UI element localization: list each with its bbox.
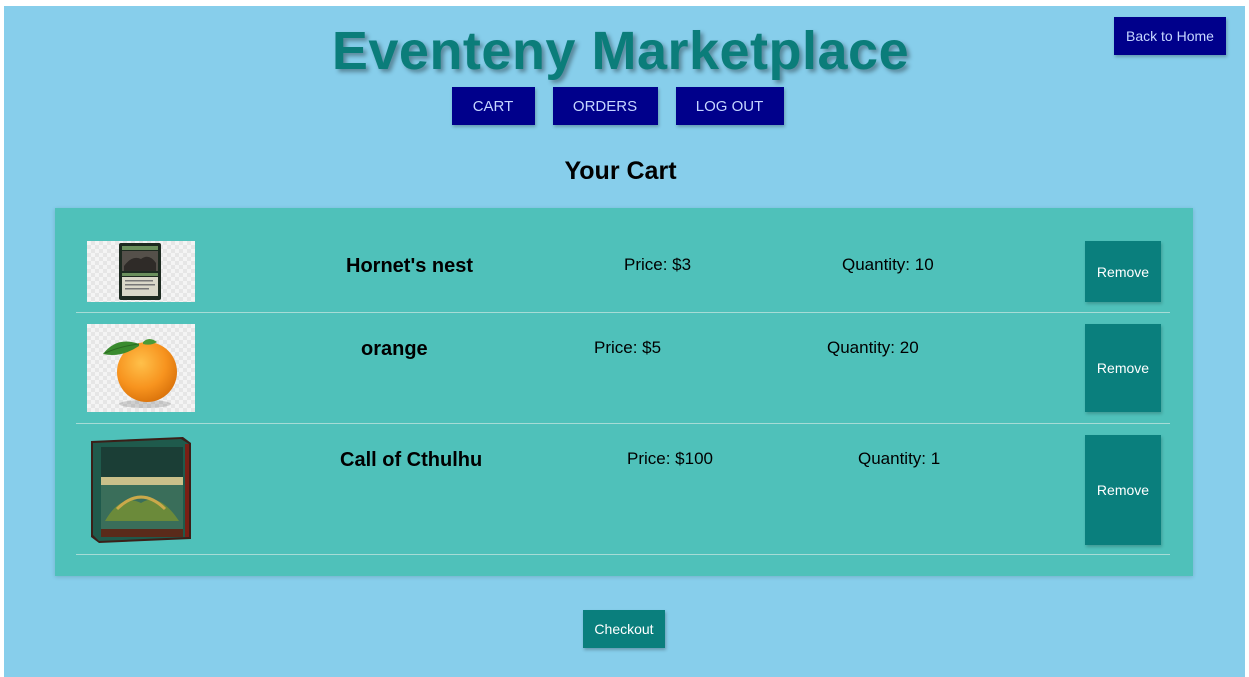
item-price: Price: $3 [624,255,692,274]
trading-card-image [87,241,195,302]
item-name: Hornet's nest [346,255,474,277]
nav-logout-button[interactable]: LOG OUT [675,87,784,125]
cart-panel: Hornet's nest Price: $3 Quantity: 10 Rem… [55,208,1193,576]
checkout-button[interactable]: Checkout [583,610,665,648]
cart-heading: Your Cart [564,157,677,185]
cart-row: Call of Cthulhu Price: $100 Quantity: 1 … [76,425,1170,555]
site-title: Eventeny Marketplace [331,21,910,81]
cart-row: Hornet's nest Price: $3 Quantity: 10 Rem… [76,231,1170,313]
item-quantity: Quantity: 10 [842,255,934,274]
main-nav: CART ORDERS LOG OUT [0,87,1241,125]
item-name: Call of Cthulhu [340,449,483,471]
item-price: Price: $100 [627,449,713,468]
item-name: orange [361,338,428,360]
remove-button[interactable]: Remove [1085,435,1161,545]
card-game-box-image [87,435,195,545]
item-quantity: Quantity: 1 [858,449,941,468]
nav-orders-button[interactable]: ORDERS [552,87,658,125]
remove-button[interactable]: Remove [1085,241,1161,302]
orange-fruit-image [87,324,195,412]
nav-cart-button[interactable]: CART [451,87,535,125]
cart-row: orange Price: $5 Quantity: 20 Remove [76,314,1170,424]
remove-button[interactable]: Remove [1085,324,1161,412]
item-quantity: Quantity: 20 [827,338,919,357]
item-price: Price: $5 [594,338,662,357]
